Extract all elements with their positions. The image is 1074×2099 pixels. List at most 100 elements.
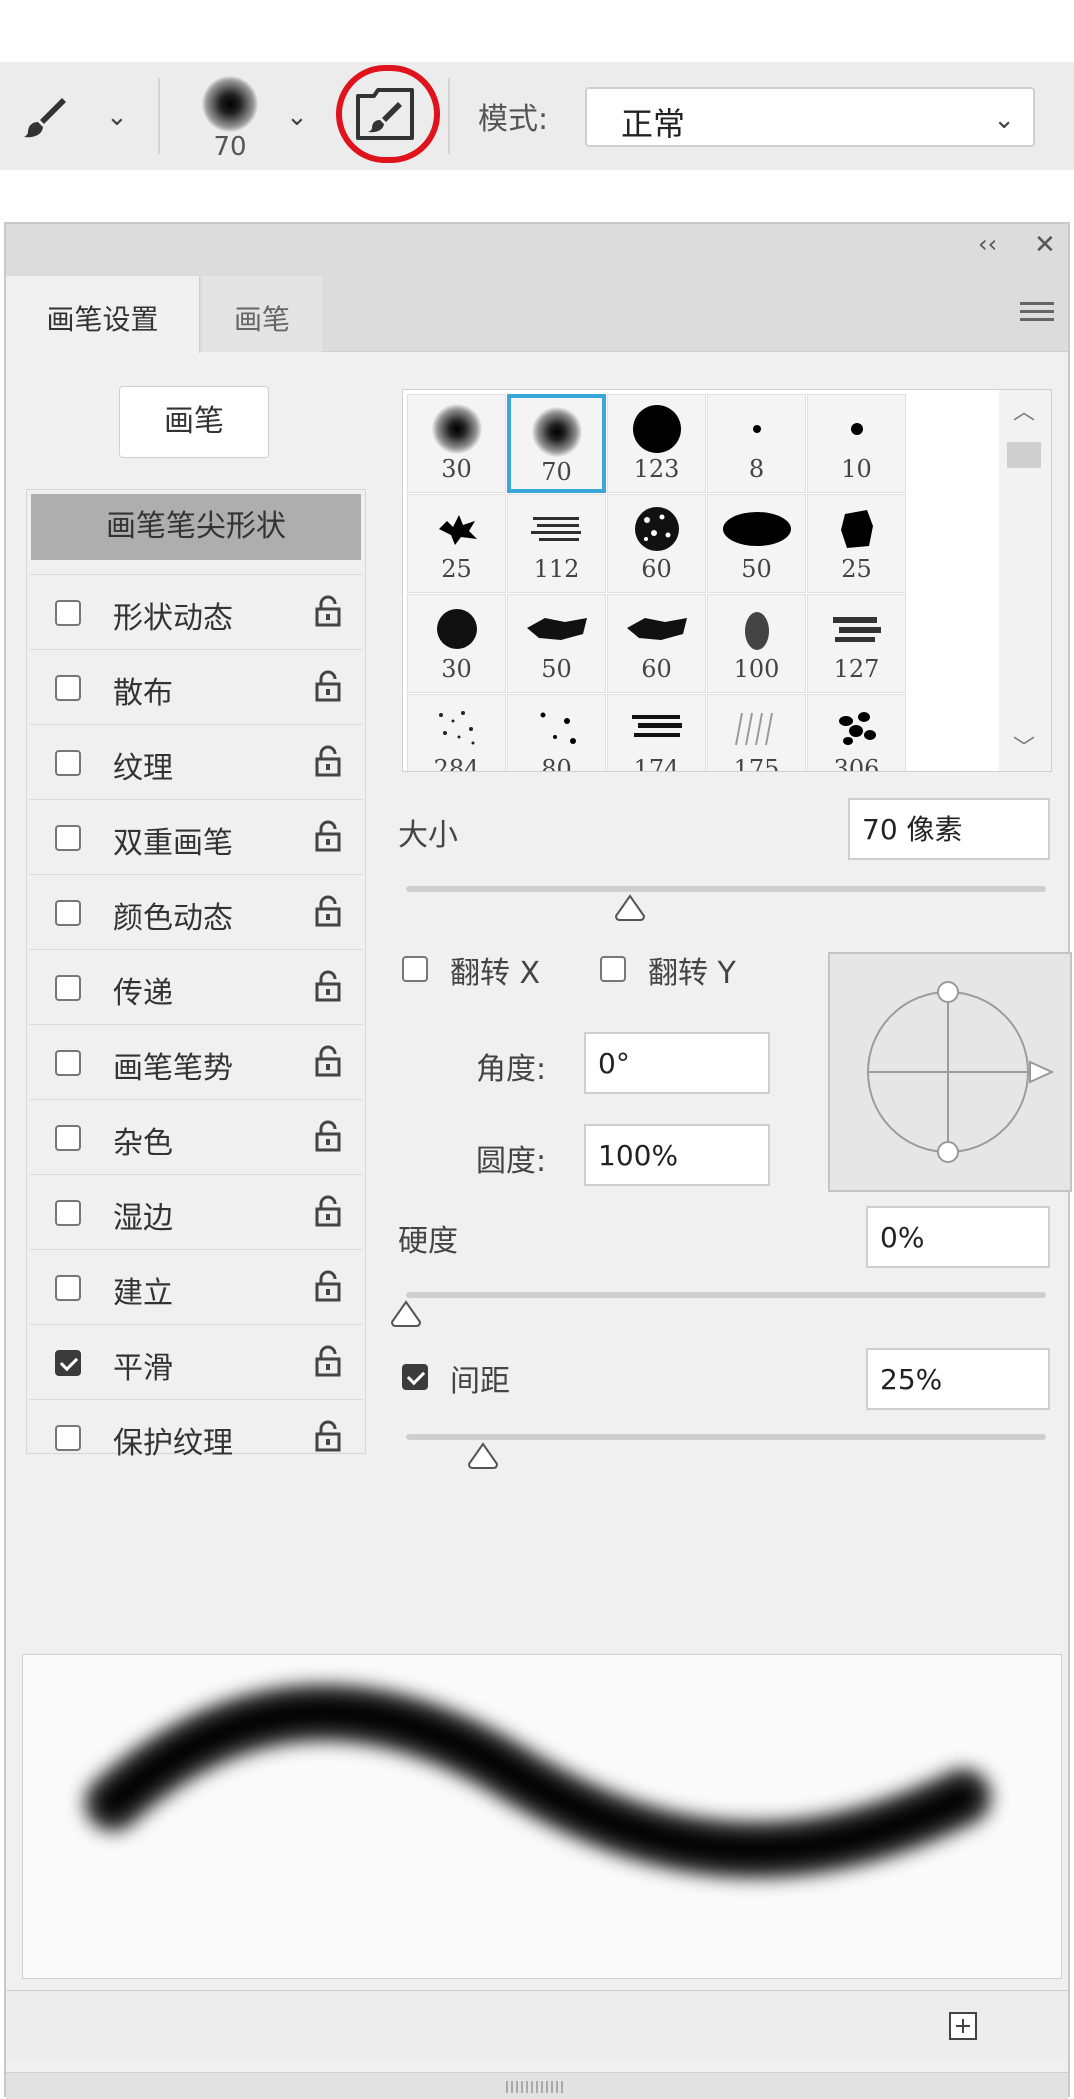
brush-presets-button[interactable]: 画笔 (119, 386, 269, 458)
category-label: 平滑 (113, 1351, 173, 1386)
category-checkbox[interactable] (55, 675, 81, 701)
category-checkbox[interactable] (55, 1200, 81, 1226)
brush-preset[interactable]: 100 (707, 594, 806, 693)
toolbar-divider (158, 78, 160, 154)
brush-preset[interactable]: 175 (707, 694, 806, 771)
brush-settings-panel-icon[interactable] (352, 84, 418, 144)
panel-title-bar: ‹‹ ✕ (6, 224, 1068, 268)
size-field[interactable]: 70 像素 (848, 798, 1050, 860)
category-row[interactable]: 画笔笔势 (29, 1024, 363, 1098)
tab-brush-settings[interactable]: 画笔设置 (6, 276, 200, 353)
unlock-icon[interactable] (315, 1270, 341, 1302)
brush-tip-shape-item[interactable]: 画笔笔尖形状 (31, 494, 361, 560)
brush-preset[interactable]: 127 (807, 594, 906, 693)
brush-picker-chevron-down-icon[interactable]: ⌄ (286, 104, 308, 130)
brush-preset[interactable]: 25 (807, 494, 906, 593)
brush-preset[interactable]: 8 (707, 394, 806, 493)
brush-preset[interactable]: 25 (407, 494, 506, 593)
size-slider-thumb[interactable] (614, 894, 646, 922)
category-row[interactable]: 纹理 (29, 724, 363, 798)
brush-preset[interactable]: 50 (707, 494, 806, 593)
flip-x-checkbox[interactable] (402, 956, 428, 982)
preset-size: 123 (633, 455, 680, 483)
mode-select[interactable]: 正常 ⌄ (585, 87, 1035, 147)
category-checkbox[interactable] (55, 600, 81, 626)
unlock-icon[interactable] (315, 1420, 341, 1452)
category-row[interactable]: 双重画笔 (29, 799, 363, 873)
collapse-icon[interactable]: ‹‹ (978, 230, 997, 258)
brush-preset-chevron-down-icon[interactable]: ⌄ (106, 104, 128, 130)
category-checkbox[interactable] (55, 1275, 81, 1301)
angle-field[interactable]: 0° (584, 1032, 770, 1094)
category-checkbox[interactable] (55, 825, 81, 851)
flip-y-label: 翻转 Y (648, 956, 736, 991)
scroll-up-icon[interactable]: ︿ (1013, 394, 1035, 426)
category-checkbox[interactable] (55, 1425, 81, 1451)
roundness-field[interactable]: 100% (584, 1124, 770, 1186)
spacing-slider-track[interactable] (406, 1434, 1046, 1440)
menu-icon[interactable] (1020, 300, 1054, 324)
brush-preset[interactable]: 123 (607, 394, 706, 493)
brush-preset[interactable]: 30 (407, 594, 506, 693)
unlock-icon[interactable] (315, 595, 341, 627)
category-row[interactable]: 颜色动态 (29, 874, 363, 948)
brush-preview-icon[interactable] (202, 76, 258, 132)
new-brush-icon[interactable] (948, 2011, 978, 2041)
size-slider-track[interactable] (406, 886, 1046, 892)
brush-preset[interactable]: 306 (807, 694, 906, 771)
brush-preset[interactable]: 112 (507, 494, 606, 593)
unlock-icon[interactable] (315, 820, 341, 852)
brush-preset[interactable]: 30 (407, 394, 506, 493)
brush-preset[interactable]: 60 (607, 494, 706, 593)
panel-resize-grip[interactable] (6, 2072, 1068, 2099)
unlock-icon[interactable] (315, 1045, 341, 1077)
unlock-icon[interactable] (315, 745, 341, 777)
brush-preset[interactable]: 70 (507, 394, 606, 493)
category-checkbox[interactable] (55, 1050, 81, 1076)
category-checkbox[interactable] (55, 1350, 81, 1376)
hardness-slider-thumb[interactable] (390, 1300, 422, 1328)
category-checkbox[interactable] (55, 750, 81, 776)
category-row[interactable]: 平滑 (29, 1324, 363, 1398)
category-row[interactable]: 建立 (29, 1249, 363, 1323)
category-row[interactable]: 传递 (29, 949, 363, 1023)
brush-preset[interactable]: 284 (407, 694, 506, 771)
spacing-slider-thumb[interactable] (467, 1442, 499, 1470)
brush-tip-grid: 30 70 123 8 10 25 112 60 50 25 30 50 60 100 127 284 80 17… (402, 389, 1052, 772)
unlock-icon[interactable] (315, 1120, 341, 1152)
unlock-icon[interactable] (315, 1195, 341, 1227)
brush-icon[interactable] (22, 94, 68, 140)
angle-roundness-widget[interactable] (828, 952, 1072, 1192)
category-checkbox[interactable] (55, 900, 81, 926)
category-row[interactable]: 保护纹理 (29, 1399, 363, 1473)
close-icon[interactable]: ✕ (1034, 230, 1056, 260)
scroll-thumb[interactable] (1007, 442, 1041, 468)
category-checkbox[interactable] (55, 1125, 81, 1151)
preset-size: 127 (833, 655, 880, 683)
unlock-icon[interactable] (315, 895, 341, 927)
brush-preset[interactable]: 50 (507, 594, 606, 693)
category-row[interactable]: 湿边 (29, 1174, 363, 1248)
category-row[interactable]: 杂色 (29, 1099, 363, 1173)
unlock-icon[interactable] (315, 1345, 341, 1377)
hardness-slider-track[interactable] (406, 1292, 1046, 1298)
brush-preset[interactable]: 10 (807, 394, 906, 493)
unlock-icon[interactable] (315, 670, 341, 702)
tab-brush[interactable]: 画笔 (202, 276, 322, 352)
spacing-field[interactable]: 25% (866, 1348, 1050, 1410)
preset-scrollbar[interactable]: ︿ ﹀ (999, 390, 1051, 771)
brush-preset[interactable]: 174 (607, 694, 706, 771)
unlock-icon[interactable] (315, 970, 341, 1002)
spacing-checkbox[interactable] (402, 1364, 428, 1390)
category-checkbox[interactable] (55, 975, 81, 1001)
scroll-down-icon[interactable]: ﹀ (1013, 730, 1035, 762)
hardness-field[interactable]: 0% (866, 1206, 1050, 1268)
preset-size: 60 (641, 655, 672, 683)
options-bar: ⌄ 70 ⌄ 模式: 正常 ⌄ (0, 62, 1074, 170)
flip-y-checkbox[interactable] (600, 956, 626, 982)
brush-preset[interactable]: 60 (607, 594, 706, 693)
brush-preset[interactable]: 80 (507, 694, 606, 771)
flip-x-label: 翻转 X (450, 956, 541, 991)
category-row[interactable]: 散布 (29, 649, 363, 723)
category-row[interactable]: 形状动态 (29, 574, 363, 648)
